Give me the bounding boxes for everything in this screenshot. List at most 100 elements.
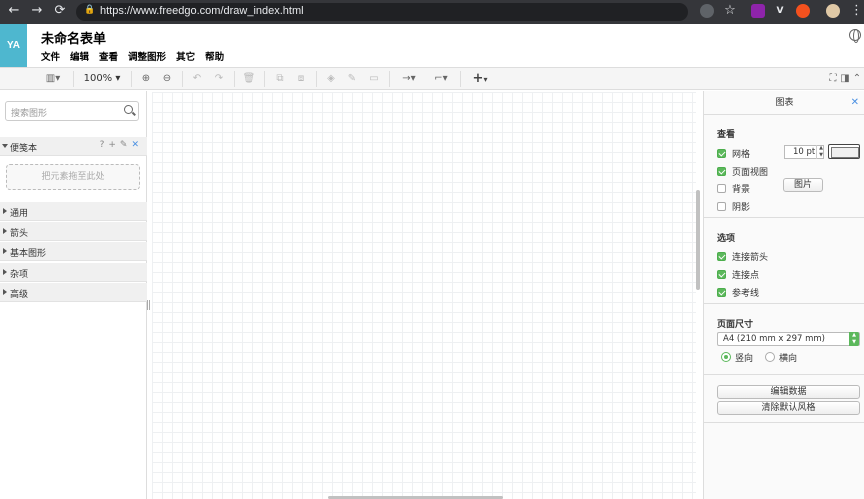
panel-title: 图表: [704, 91, 864, 115]
menu-file[interactable]: 文件: [41, 49, 60, 63]
clear-default-style-button[interactable]: 清除默认风格: [717, 401, 860, 415]
undo-icon[interactable]: ↶: [189, 71, 205, 87]
address-bar[interactable]: 🔒 https://www.freedgo.com/draw_index.htm…: [76, 3, 688, 21]
menu-extras[interactable]: 其它: [176, 49, 195, 63]
profile-avatar-icon[interactable]: [826, 4, 840, 18]
portrait-radio-row[interactable]: 竖向 横向: [721, 351, 797, 364]
url-text[interactable]: https://www.freedgo.com/draw_index.html: [100, 5, 304, 17]
page-size-select[interactable]: A4 (210 mm x 297 mm) ▲ ▼: [717, 332, 860, 346]
section-arrows[interactable]: 箭头: [0, 222, 147, 241]
back-icon[interactable]: ←: [6, 3, 22, 19]
caret-right-icon: [3, 289, 7, 295]
help-icon[interactable]: ?: [100, 140, 105, 150]
background-checkbox[interactable]: [717, 183, 726, 193]
caret-right-icon: [3, 208, 7, 214]
section-basic-shapes[interactable]: 基本图形: [0, 242, 147, 261]
panel-close-icon[interactable]: ✕: [851, 97, 859, 108]
section-advanced[interactable]: 高级: [0, 283, 147, 302]
menu-arrange[interactable]: 调整图形: [128, 49, 166, 63]
document-title[interactable]: 未命名表单: [41, 28, 106, 47]
shadow-icon[interactable]: ▭: [366, 71, 382, 87]
menu-help[interactable]: 帮助: [205, 49, 224, 63]
toolbar-divider: [234, 71, 235, 87]
menu-view[interactable]: 查看: [99, 49, 118, 63]
edit-icon[interactable]: ✎: [120, 140, 128, 150]
shadow-checkbox-row[interactable]: 阴影: [717, 200, 750, 213]
reload-icon[interactable]: ⟳: [52, 3, 68, 19]
sidebar-resize-handle[interactable]: [147, 300, 150, 310]
language-globe-icon[interactable]: [849, 29, 861, 43]
user-avatar[interactable]: YA: [0, 24, 27, 67]
vertical-scrollbar[interactable]: [696, 190, 700, 290]
browser-chrome: ← → ⟳ 🔒 https://www.freedgo.com/draw_ind…: [0, 0, 864, 24]
grid-checkbox-row[interactable]: 网格: [717, 147, 751, 160]
connection-points-checkbox[interactable]: [717, 269, 726, 279]
image-button[interactable]: 图片: [783, 178, 823, 192]
grid-checkbox[interactable]: [717, 148, 726, 158]
section-label: 便笺本: [10, 144, 38, 154]
toolbar: ▥▾ 100% ▾ ⊕ ⊖ ↶ ↷ 🗑 ⧉ ⧈ ◈ ✎ ▭ →▾ ⌐▾ +▾ ⛶…: [0, 67, 864, 90]
page-view-checkbox[interactable]: [717, 166, 726, 176]
edit-data-button[interactable]: 编辑数据: [717, 385, 860, 399]
background-checkbox-row[interactable]: 背景: [717, 182, 750, 195]
menu-edit[interactable]: 编辑: [70, 49, 89, 63]
section-misc[interactable]: 杂项: [0, 263, 147, 282]
section-scratchpad[interactable]: 便笺本 ? + ✎ ✕: [0, 137, 147, 156]
section-general[interactable]: 通用: [0, 202, 147, 221]
toolbar-divider: [389, 71, 390, 87]
connection-style-icon[interactable]: →▾: [396, 71, 422, 87]
insert-plus-icon[interactable]: +▾: [468, 71, 492, 87]
delete-icon[interactable]: 🗑: [241, 71, 257, 87]
connection-points-row[interactable]: 连接点: [717, 268, 759, 281]
view-title: 查看: [717, 130, 736, 140]
format-panel-icon[interactable]: ◨: [840, 71, 850, 87]
section-label: 杂项: [10, 270, 29, 280]
to-back-icon[interactable]: ⧈: [293, 71, 309, 87]
portrait-radio[interactable]: [721, 352, 731, 362]
add-icon[interactable]: +: [108, 140, 116, 150]
view-group: 查看 网格 10 pt ▲ ▼ 页面视图 背景 图片 阴影: [704, 116, 864, 218]
to-front-icon[interactable]: ⧉: [272, 71, 288, 87]
shapes-sidebar: 搜索图形 便笺本 ? + ✎ ✕ 把元素拖至此处 通用 箭头 基本图形 杂项 高…: [0, 91, 147, 499]
scratchpad-tools: ? + ✎ ✕: [100, 140, 139, 150]
zoom-dropdown[interactable]: 100% ▾: [82, 71, 122, 87]
vuejs-devtools-icon[interactable]: V: [773, 4, 787, 18]
connection-arrows-checkbox[interactable]: [717, 251, 726, 261]
extension-icon-purple[interactable]: [751, 4, 765, 18]
extension-icon[interactable]: [700, 4, 714, 18]
waypoints-icon[interactable]: ⌐▾: [428, 71, 454, 87]
fill-color-icon[interactable]: ◈: [323, 71, 339, 87]
browser-menu-icon[interactable]: ⋮: [850, 3, 863, 19]
connection-arrows-row[interactable]: 连接箭头: [717, 250, 768, 263]
diagram-canvas[interactable]: [152, 92, 696, 499]
shadow-checkbox[interactable]: [717, 201, 726, 211]
app-header: YA 未命名表单 文件 编辑 查看 调整图形 其它 帮助: [0, 24, 864, 67]
scratchpad-dropzone[interactable]: 把元素拖至此处: [6, 164, 140, 190]
landscape-radio[interactable]: [765, 352, 776, 362]
grid-size-stepper[interactable]: ▲ ▼: [816, 145, 825, 159]
format-panel-toggle-icon[interactable]: ▥▾: [42, 71, 64, 87]
line-color-icon[interactable]: ✎: [344, 71, 360, 87]
toolbar-divider: [316, 71, 317, 87]
redo-icon[interactable]: ↷: [211, 71, 227, 87]
zoom-out-icon[interactable]: ⊖: [159, 71, 175, 87]
grid-color-swatch[interactable]: [828, 144, 860, 159]
page-view-checkbox-row[interactable]: 页面视图: [717, 165, 768, 178]
toolbar-divider: [73, 71, 74, 87]
forward-icon[interactable]: →: [29, 3, 45, 19]
fullscreen-icon[interactable]: ⛶: [828, 71, 838, 87]
guides-row[interactable]: 参考线: [717, 286, 759, 299]
section-label: 基本图形: [10, 249, 47, 259]
caret-down-icon: [2, 144, 8, 148]
toolbar-divider: [264, 71, 265, 87]
grid-label: 网格: [732, 149, 751, 160]
extension-icon-orange[interactable]: [796, 4, 810, 18]
shape-search-input[interactable]: 搜索图形: [5, 101, 139, 121]
collapse-icon[interactable]: ⌃: [852, 71, 862, 87]
zoom-in-icon[interactable]: ⊕: [138, 71, 154, 87]
star-icon[interactable]: ☆: [722, 3, 738, 19]
options-title: 选项: [717, 234, 736, 244]
search-icon[interactable]: [124, 105, 133, 114]
close-icon[interactable]: ✕: [131, 140, 139, 150]
guides-checkbox[interactable]: [717, 287, 726, 297]
